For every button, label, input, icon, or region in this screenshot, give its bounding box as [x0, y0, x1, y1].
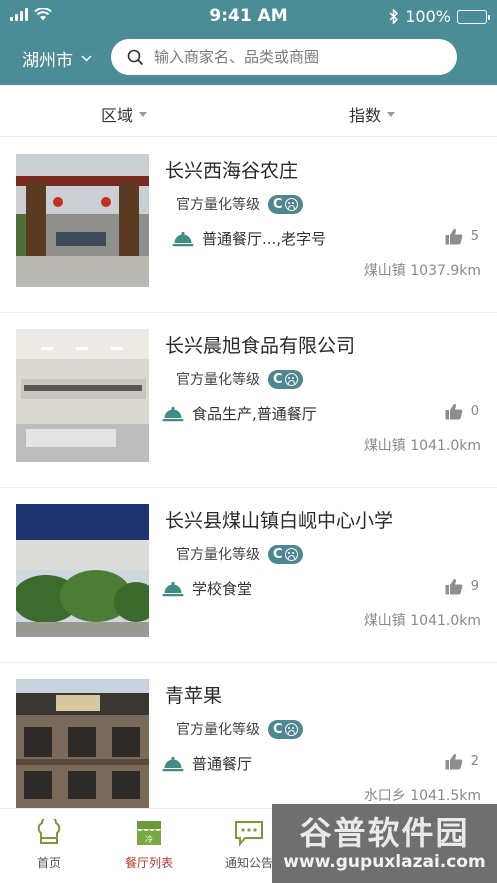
- category-text: 普通餐厅...,老字号: [202, 230, 327, 248]
- likes-count: 2: [470, 754, 479, 769]
- dropdown-triangle-icon: [387, 111, 396, 117]
- thumbs-up-icon: [445, 228, 463, 245]
- category-row: 普通餐厅: [162, 753, 252, 774]
- grade-letter: C: [273, 371, 283, 387]
- status-right: 100%: [389, 7, 490, 26]
- dropdown-triangle-icon: [139, 111, 148, 117]
- restaurant-name: 长兴县煤山镇白岘中心小学: [165, 510, 394, 532]
- grade-badge: C: [268, 369, 303, 389]
- watermark-title: 谷普软件园: [299, 814, 470, 852]
- likes-count: 5: [470, 229, 479, 244]
- likes[interactable]: 2: [445, 753, 479, 770]
- grade-letter: C: [273, 196, 283, 212]
- storefront-icon: 冷: [137, 821, 161, 845]
- filter-region-label: 区域: [101, 106, 134, 125]
- category-row: 学校食堂: [162, 578, 252, 599]
- likes[interactable]: 9: [445, 578, 479, 595]
- chevron-down-icon: [81, 55, 92, 62]
- grade-label: 官方量化等级: [176, 197, 260, 213]
- tab-restaurant-list[interactable]: 冷 餐厅列表: [114, 819, 184, 871]
- grade-row: 官方量化等级 C: [176, 194, 303, 214]
- grade-letter: C: [273, 721, 283, 737]
- list-item[interactable]: 长兴晨旭食品有限公司 官方量化等级 C 食品生产,普通餐厅 0 煤山镇 1041…: [0, 313, 497, 488]
- restaurant-photo: [16, 504, 149, 637]
- tab-home-label: 首页: [36, 856, 61, 870]
- restaurant-name: 青苹果: [165, 685, 223, 707]
- category-text: 学校食堂: [192, 580, 253, 598]
- likes-count: 0: [470, 404, 479, 419]
- location-distance: 煤山镇 1041.0km: [363, 438, 481, 454]
- likes[interactable]: 0: [445, 403, 479, 420]
- food-cloche-icon: [162, 756, 184, 771]
- grade-row: 官方量化等级 C: [176, 544, 303, 564]
- list-item[interactable]: 长兴西海谷农庄 官方量化等级 C 普通餐厅...,老字号 5 煤山镇 1037.…: [0, 138, 497, 313]
- watermark-url: www.gupuxlazai.com: [283, 852, 486, 872]
- grade-row: 官方量化等级 C: [176, 719, 303, 739]
- filter-region[interactable]: 区域: [101, 102, 148, 126]
- battery-percent: 100%: [405, 7, 451, 26]
- filter-bar: 区域 指数: [0, 85, 497, 137]
- bluetooth-icon: [389, 9, 399, 24]
- category-text: 食品生产,普通餐厅: [192, 405, 317, 423]
- likes[interactable]: 5: [445, 228, 479, 245]
- chef-hat-icon: [37, 815, 61, 844]
- status-bar: 9:41 AM 100%: [0, 0, 497, 32]
- location-distance: 煤山镇 1041.0km: [363, 613, 481, 629]
- city-label: 湖州市: [22, 51, 73, 71]
- search-input[interactable]: [154, 48, 444, 66]
- restaurant-name: 长兴西海谷农庄: [165, 160, 299, 182]
- restaurant-photo: [16, 154, 149, 287]
- category-row: 普通餐厅...,老字号: [172, 228, 326, 249]
- header: 9:41 AM 100% 湖州市: [0, 0, 497, 85]
- grade-row: 官方量化等级 C: [176, 369, 303, 389]
- likes-count: 9: [470, 579, 479, 594]
- thumbs-up-icon: [445, 403, 463, 420]
- battery-icon: [457, 9, 490, 24]
- category-text: 普通餐厅: [192, 755, 253, 773]
- search-icon: [127, 49, 144, 65]
- grade-label: 官方量化等级: [176, 722, 260, 738]
- filter-index-label: 指数: [349, 106, 382, 125]
- location-distance: 煤山镇 1037.9km: [363, 263, 481, 279]
- chat-bubble-icon: [235, 821, 263, 847]
- thumbs-up-icon: [445, 578, 463, 595]
- sad-face-icon: [284, 547, 298, 561]
- restaurant-name: 长兴晨旭食品有限公司: [165, 335, 356, 357]
- location-distance: 水口乡 1041.5km: [363, 788, 481, 804]
- restaurant-photo: [16, 329, 149, 462]
- category-row: 食品生产,普通餐厅: [162, 403, 317, 424]
- restaurant-photo: [16, 679, 149, 812]
- food-cloche-icon: [162, 581, 184, 596]
- grade-letter: C: [273, 546, 283, 562]
- sad-face-icon: [284, 722, 298, 736]
- svg-text:冷: 冷: [145, 834, 153, 844]
- tab-restaurant-list-label: 餐厅列表: [124, 856, 173, 870]
- grade-badge: C: [268, 719, 303, 739]
- grade-label: 官方量化等级: [176, 372, 260, 388]
- thumbs-up-icon: [445, 753, 463, 770]
- food-cloche-icon: [162, 406, 184, 421]
- filter-index[interactable]: 指数: [349, 102, 396, 126]
- list-item[interactable]: 长兴县煤山镇白岘中心小学 官方量化等级 C 学校食堂 9 煤山镇 1041.0k…: [0, 488, 497, 663]
- sad-face-icon: [284, 197, 298, 211]
- food-cloche-icon: [172, 231, 194, 246]
- sad-face-icon: [284, 372, 298, 386]
- grade-badge: C: [268, 544, 303, 564]
- grade-badge: C: [268, 194, 303, 214]
- search-box[interactable]: [111, 39, 457, 75]
- city-selector[interactable]: 湖州市: [22, 46, 92, 71]
- tab-home[interactable]: 首页: [14, 815, 84, 871]
- watermark: 谷普软件园 www.gupuxlazai.com: [272, 804, 497, 883]
- grade-label: 官方量化等级: [176, 547, 260, 563]
